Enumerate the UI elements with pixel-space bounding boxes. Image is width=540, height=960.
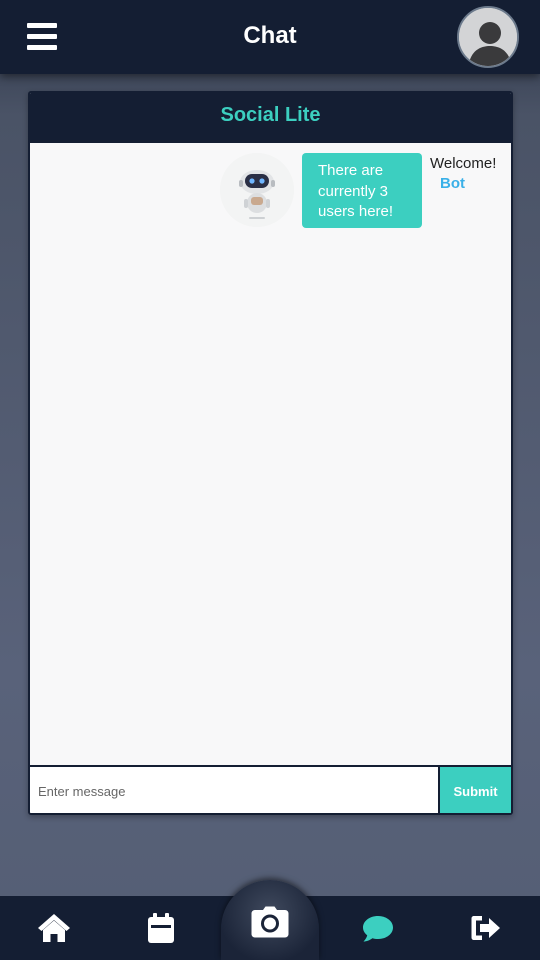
message-greeting: Welcome! — [430, 155, 497, 172]
message-composer: Submit — [30, 765, 511, 813]
logout-icon[interactable] — [466, 910, 506, 946]
calendar-icon[interactable] — [141, 910, 181, 946]
chat-card-header: Social Lite — [30, 93, 511, 143]
message-sender-name: Bot — [440, 175, 465, 192]
user-avatar-icon[interactable] — [457, 6, 519, 68]
top-app-bar: Chat — [0, 0, 540, 74]
message-bubble: There are currently 3 users here! — [302, 153, 422, 228]
home-icon[interactable] — [34, 910, 74, 946]
chat-bubble-icon[interactable] — [358, 910, 398, 946]
chat-card: Social Lite There are currently 3 users … — [28, 91, 513, 815]
robot-icon — [220, 153, 294, 227]
message-input[interactable] — [30, 767, 440, 813]
message-list[interactable]: There are currently 3 users here! Welcom… — [30, 143, 511, 765]
submit-button[interactable]: Submit — [440, 767, 511, 813]
chat-room-title: Social Lite — [220, 104, 321, 126]
camera-icon[interactable] — [221, 880, 319, 960]
